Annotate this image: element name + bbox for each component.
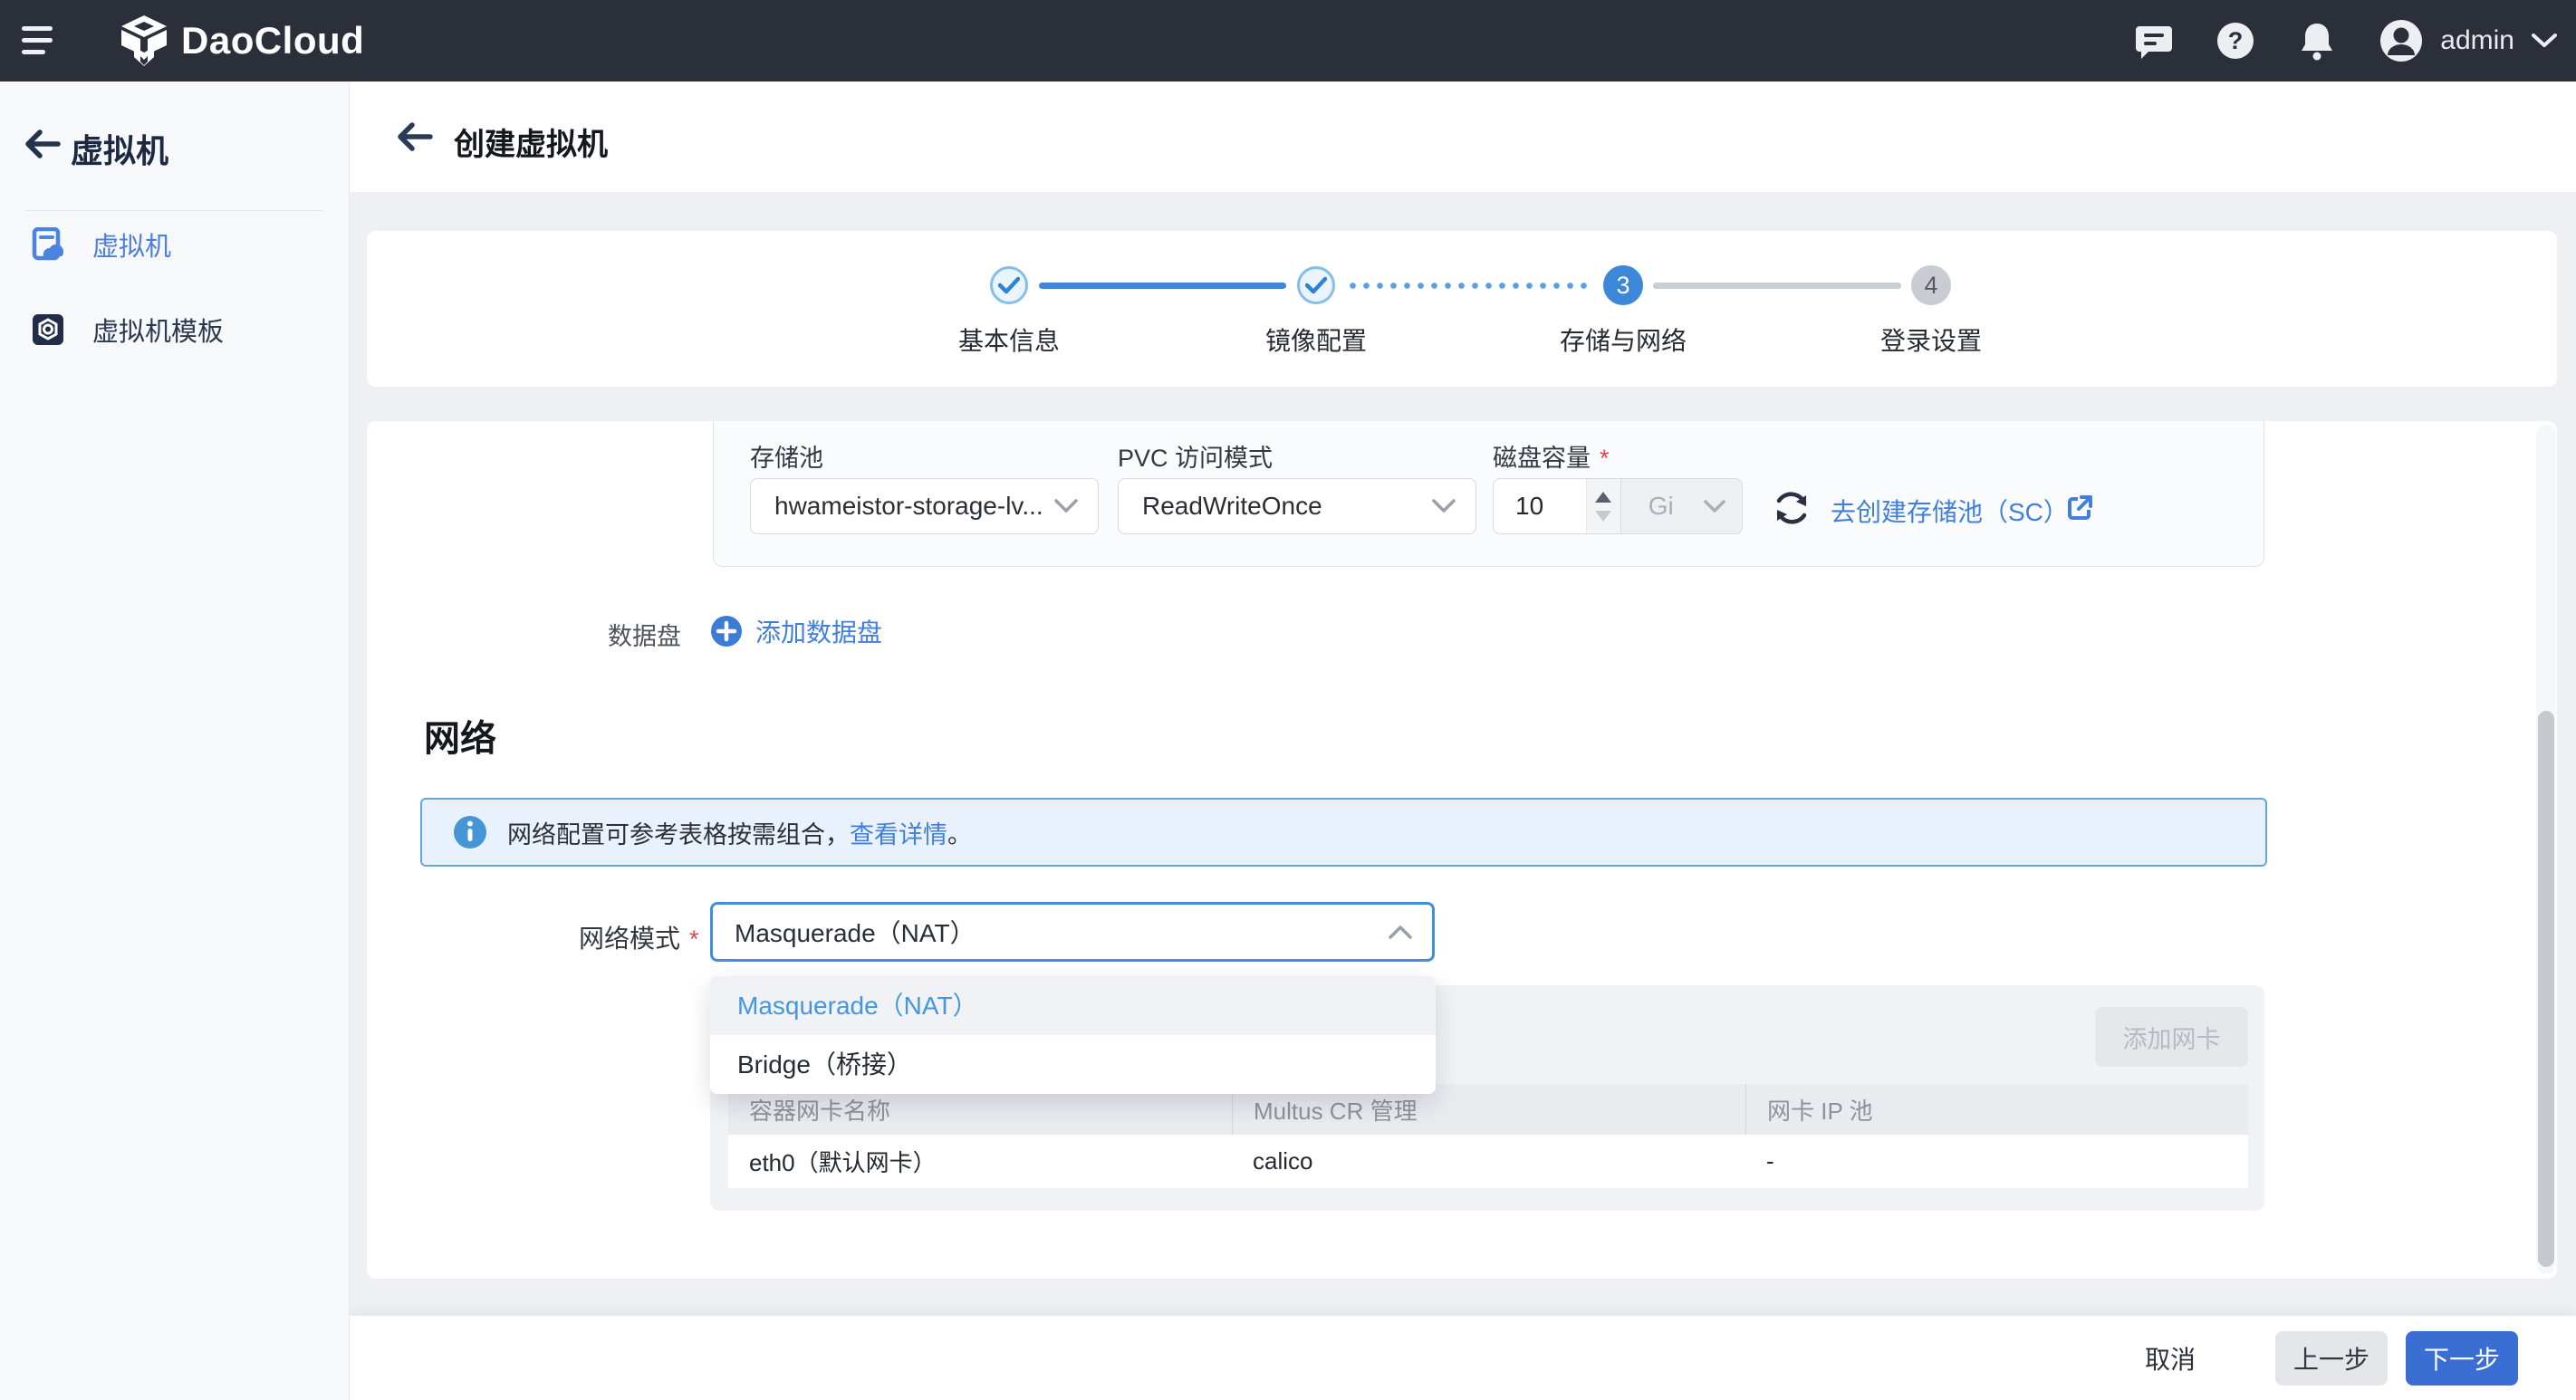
data-disk-label: 数据盘: [608, 617, 681, 652]
storage-pool-select[interactable]: hwameistor-storage-lv...: [750, 478, 1099, 534]
scrollbar-thumb[interactable]: [2538, 711, 2554, 1267]
chevron-up-icon: [1389, 925, 1412, 939]
cell-ip-pool: -: [1745, 1135, 2248, 1188]
required-marker: *: [1600, 445, 1610, 472]
step-1-label: 基本信息: [900, 321, 1118, 358]
table-row: eth0（默认网卡） calico -: [728, 1135, 2248, 1188]
step-4-circle[interactable]: 4: [1911, 265, 1951, 305]
step-1-circle[interactable]: [990, 266, 1028, 304]
next-step-button[interactable]: 下一步: [2406, 1331, 2518, 1386]
stepper-connector-2: [1346, 283, 1593, 289]
brand-name: DaoCloud: [181, 19, 364, 62]
add-data-disk-button[interactable]: 添加数据盘: [710, 613, 882, 649]
chevron-down-icon: [1054, 499, 1078, 513]
storage-pool-label: 存储池: [750, 438, 823, 474]
disk-capacity-input[interactable]: [1494, 479, 1586, 533]
check-icon: [1000, 279, 1018, 292]
disk-capacity-label: 磁盘容量*: [1493, 438, 1610, 474]
dropdown-option-masquerade[interactable]: Masquerade（NAT）: [710, 976, 1436, 1035]
system-disk-card: 存储池 PVC 访问模式 磁盘容量* hwameistor-storage-lv…: [713, 421, 2264, 567]
capacity-stepper: [1586, 479, 1620, 533]
disk-capacity-group: Gi: [1493, 478, 1743, 534]
cell-multus-cr: calico: [1232, 1135, 1745, 1188]
chevron-down-icon: [2531, 33, 2558, 49]
dropdown-option-bridge[interactable]: Bridge（桥接）: [710, 1035, 1436, 1094]
required-marker: *: [689, 925, 699, 953]
stepper-card: 3 4 基本信息 镜像配置 存储与网络 登录设置: [367, 231, 2557, 387]
username: admin: [2440, 25, 2514, 56]
vm-doc-cloud-icon: [31, 227, 65, 262]
step-2-circle[interactable]: [1297, 266, 1335, 304]
cell-nic-name: eth0（默认网卡）: [728, 1135, 1232, 1188]
banner-suffix: 。: [947, 821, 972, 849]
nic-table: 容器网卡名称 Multus CR 管理 网卡 IP 池 eth0（默认网卡） c…: [728, 1084, 2248, 1188]
refresh-icon[interactable]: [1772, 488, 1812, 528]
stepper-down-icon[interactable]: [1595, 511, 1611, 522]
sidebar-divider: [25, 210, 323, 211]
step-3-label: 存储与网络: [1514, 321, 1732, 358]
network-mode-select[interactable]: Masquerade（NAT）: [710, 902, 1435, 962]
help-icon[interactable]: ?: [2216, 21, 2255, 61]
step-3-circle[interactable]: 3: [1603, 265, 1643, 305]
sidebar-item-vm-template[interactable]: 虚拟机模板: [0, 301, 349, 359]
add-nic-button[interactable]: 添加网卡: [2095, 1007, 2248, 1067]
daocloud-logo-icon: [120, 14, 168, 67]
cancel-button[interactable]: 取消: [2145, 1340, 2196, 1376]
sidebar-item-vm-template-label: 虚拟机模板: [92, 311, 224, 349]
user-menu[interactable]: admin: [2379, 18, 2558, 63]
banner-text: 网络配置可参考表格按需组合，: [507, 821, 850, 849]
sidebar-item-vm[interactable]: 虚拟机: [0, 216, 349, 273]
notifications-bell-icon[interactable]: [2297, 21, 2337, 61]
info-icon: [453, 815, 487, 849]
sidebar: 虚拟机 虚拟机 虚拟机模板: [0, 82, 349, 1400]
vm-template-icon: [31, 312, 65, 347]
step-4-label: 登录设置: [1822, 321, 2040, 358]
page-header: 创建虚拟机: [349, 82, 2576, 192]
create-storage-pool-link[interactable]: 去创建存储池（SC）: [1831, 493, 2069, 529]
sidebar-back-arrow-icon[interactable]: [24, 125, 62, 163]
sidebar-item-vm-label: 虚拟机: [92, 225, 171, 264]
network-mode-label: 网络模式*: [579, 919, 699, 955]
footer-bar: 取消 上一步 下一步: [349, 1316, 2576, 1400]
previous-step-button[interactable]: 上一步: [2275, 1331, 2388, 1386]
pvc-mode-label: PVC 访问模式: [1118, 438, 1273, 474]
stepper-up-icon[interactable]: [1595, 492, 1611, 503]
stepper-connector-1: [1039, 283, 1286, 289]
col-header-ip-pool: 网卡 IP 池: [1745, 1084, 2248, 1135]
pvc-access-mode-select[interactable]: ReadWriteOnce: [1118, 478, 1476, 534]
sidebar-title: 虚拟机: [71, 125, 168, 172]
page-back-arrow-icon[interactable]: [396, 118, 434, 156]
stepper-connector-3: [1653, 283, 1901, 289]
plus-circle-icon: [710, 615, 743, 647]
scrollbar-track: [2536, 425, 2556, 1274]
topbar-actions: ? admin: [2134, 0, 2558, 82]
network-section-title: 网络: [424, 709, 496, 762]
network-mode-dropdown: Masquerade（NAT） Bridge（桥接）: [710, 976, 1436, 1094]
page-title: 创建虚拟机: [454, 120, 608, 164]
check-icon: [1307, 279, 1325, 292]
step-2-label: 镜像配置: [1207, 321, 1425, 358]
svg-text:?: ?: [2228, 27, 2244, 54]
screen: DaoCloud ? admin: [0, 0, 2576, 1400]
messages-icon[interactable]: [2134, 21, 2174, 61]
external-link-icon[interactable]: [2065, 494, 2094, 523]
top-bar: DaoCloud ? admin: [0, 0, 2576, 82]
capacity-unit-select[interactable]: Gi: [1620, 479, 1742, 533]
chevron-down-icon: [1704, 500, 1725, 513]
avatar: [2379, 18, 2424, 63]
hamburger-menu-icon[interactable]: [22, 24, 58, 58]
chevron-down-icon: [1432, 499, 1456, 513]
brand: DaoCloud: [120, 0, 364, 82]
network-info-banner: 网络配置可参考表格按需组合，查看详情。: [420, 798, 2267, 867]
form-card: 存储池 PVC 访问模式 磁盘容量* hwameistor-storage-lv…: [367, 421, 2557, 1279]
banner-detail-link[interactable]: 查看详情: [850, 821, 947, 849]
